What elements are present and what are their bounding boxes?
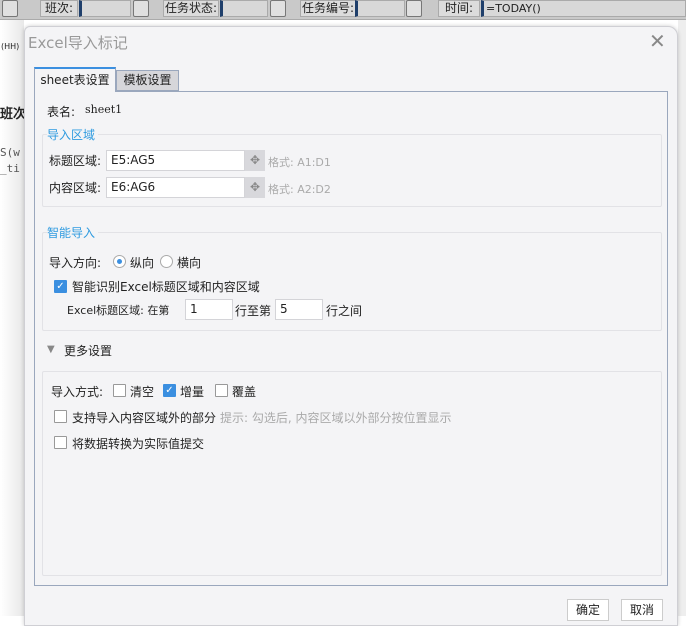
dialog-title: Excel导入标记: [28, 34, 128, 52]
move-icon[interactable]: ✥: [245, 177, 265, 198]
edit-icon[interactable]: [270, 0, 286, 17]
tab-template-settings[interactable]: 模板设置: [116, 70, 179, 91]
close-icon[interactable]: ✕: [649, 31, 666, 51]
import-mode-label: 导入方式:: [51, 385, 104, 399]
mode-overwrite-label[interactable]: 覆盖: [232, 383, 256, 400]
tab-sheet-settings[interactable]: sheet表设置: [34, 67, 116, 92]
more-settings-title[interactable]: 更多设置: [64, 342, 112, 359]
time-field[interactable]: =TODAY(): [481, 0, 686, 17]
unit-text: (HH): [1, 42, 20, 51]
shift-label: 班次:: [40, 0, 78, 17]
task-status-label: 任务状态:: [163, 0, 219, 17]
smart-import-title: 智能导入: [47, 224, 99, 241]
direction-horizontal-radio[interactable]: [160, 255, 173, 268]
header-area-hint: 格式: A1:D1: [268, 156, 331, 169]
mode-overwrite-checkbox[interactable]: [215, 384, 228, 397]
direction-vertical-label[interactable]: 纵向: [130, 254, 154, 271]
collapse-triangle-icon[interactable]: ▼: [47, 344, 55, 355]
sheet-name: sheet1: [85, 103, 123, 116]
row-to-label: 行至第: [235, 304, 272, 318]
header-rows-label: Excel标题区域: 在第: [67, 304, 170, 317]
cancel-button[interactable]: 取消: [621, 599, 663, 621]
auto-detect-label[interactable]: 智能识别Excel标题区域和内容区域: [72, 278, 260, 295]
move-icon[interactable]: ✥: [245, 150, 265, 171]
row-to-input[interactable]: 5: [275, 299, 323, 320]
import-area-title: 导入区域: [47, 126, 99, 143]
calendar-icon[interactable]: [406, 0, 422, 17]
mode-clear-checkbox[interactable]: [113, 384, 126, 397]
content-area-input[interactable]: E6:AG6: [106, 177, 245, 198]
task-status-field[interactable]: [220, 0, 268, 17]
excel-import-dialog: Excel导入标记 ✕ sheet表设置 模板设置 表名: sheet1 导入区…: [24, 26, 678, 626]
mode-clear-label[interactable]: 清空: [130, 383, 154, 400]
convert-values-label[interactable]: 将数据转换为实际值提交: [72, 435, 204, 452]
direction-label: 导入方向:: [49, 256, 102, 270]
shift-field[interactable]: [79, 0, 131, 17]
direction-vertical-radio[interactable]: [113, 255, 126, 268]
outside-area-checkbox[interactable]: [54, 410, 67, 423]
ok-button[interactable]: 确定: [567, 599, 609, 621]
header-area-input[interactable]: E5:AG5: [106, 150, 245, 171]
outside-area-label[interactable]: 支持导入内容区域外的部分: [72, 409, 216, 426]
background-sheet: (HH) 班次 S(w _ti: [0, 20, 27, 616]
background-sheet-right: [678, 20, 686, 616]
calendar-icon[interactable]: [2, 0, 18, 17]
more-settings-section: [42, 371, 662, 576]
formula-text: S(w: [0, 146, 20, 159]
header-text: 班次: [0, 107, 27, 122]
time-label: 时间:: [438, 0, 480, 17]
direction-horizontal-label[interactable]: 横向: [177, 254, 201, 271]
mode-incremental-label[interactable]: 增量: [180, 383, 204, 400]
convert-values-checkbox[interactable]: [54, 436, 67, 449]
task-no-field[interactable]: [355, 0, 405, 17]
formula-text: _ti: [0, 162, 20, 175]
row-from-input[interactable]: 1: [185, 299, 233, 320]
row-end-label: 行之间: [326, 304, 363, 318]
outside-area-hint: 提示: 勾选后, 内容区域以外部分按位置显示: [220, 411, 452, 425]
calendar-icon[interactable]: [133, 0, 149, 17]
header-area-label: 标题区域:: [49, 154, 102, 168]
task-no-label: 任务编号:: [300, 0, 356, 17]
auto-detect-checkbox[interactable]: ✓: [54, 280, 67, 293]
sheet-name-label: 表名:: [47, 105, 76, 119]
content-area-label: 内容区域:: [49, 181, 102, 195]
mode-incremental-checkbox[interactable]: ✓: [163, 384, 176, 397]
sheet-settings-panel: 表名: sheet1 导入区域 标题区域: E5:AG5 ✥ 格式: A1:D1…: [34, 91, 668, 586]
background-toolbar: 班次: 任务状态: 任务编号: 时间: =TODAY(): [0, 0, 686, 20]
content-area-hint: 格式: A2:D2: [268, 183, 331, 196]
